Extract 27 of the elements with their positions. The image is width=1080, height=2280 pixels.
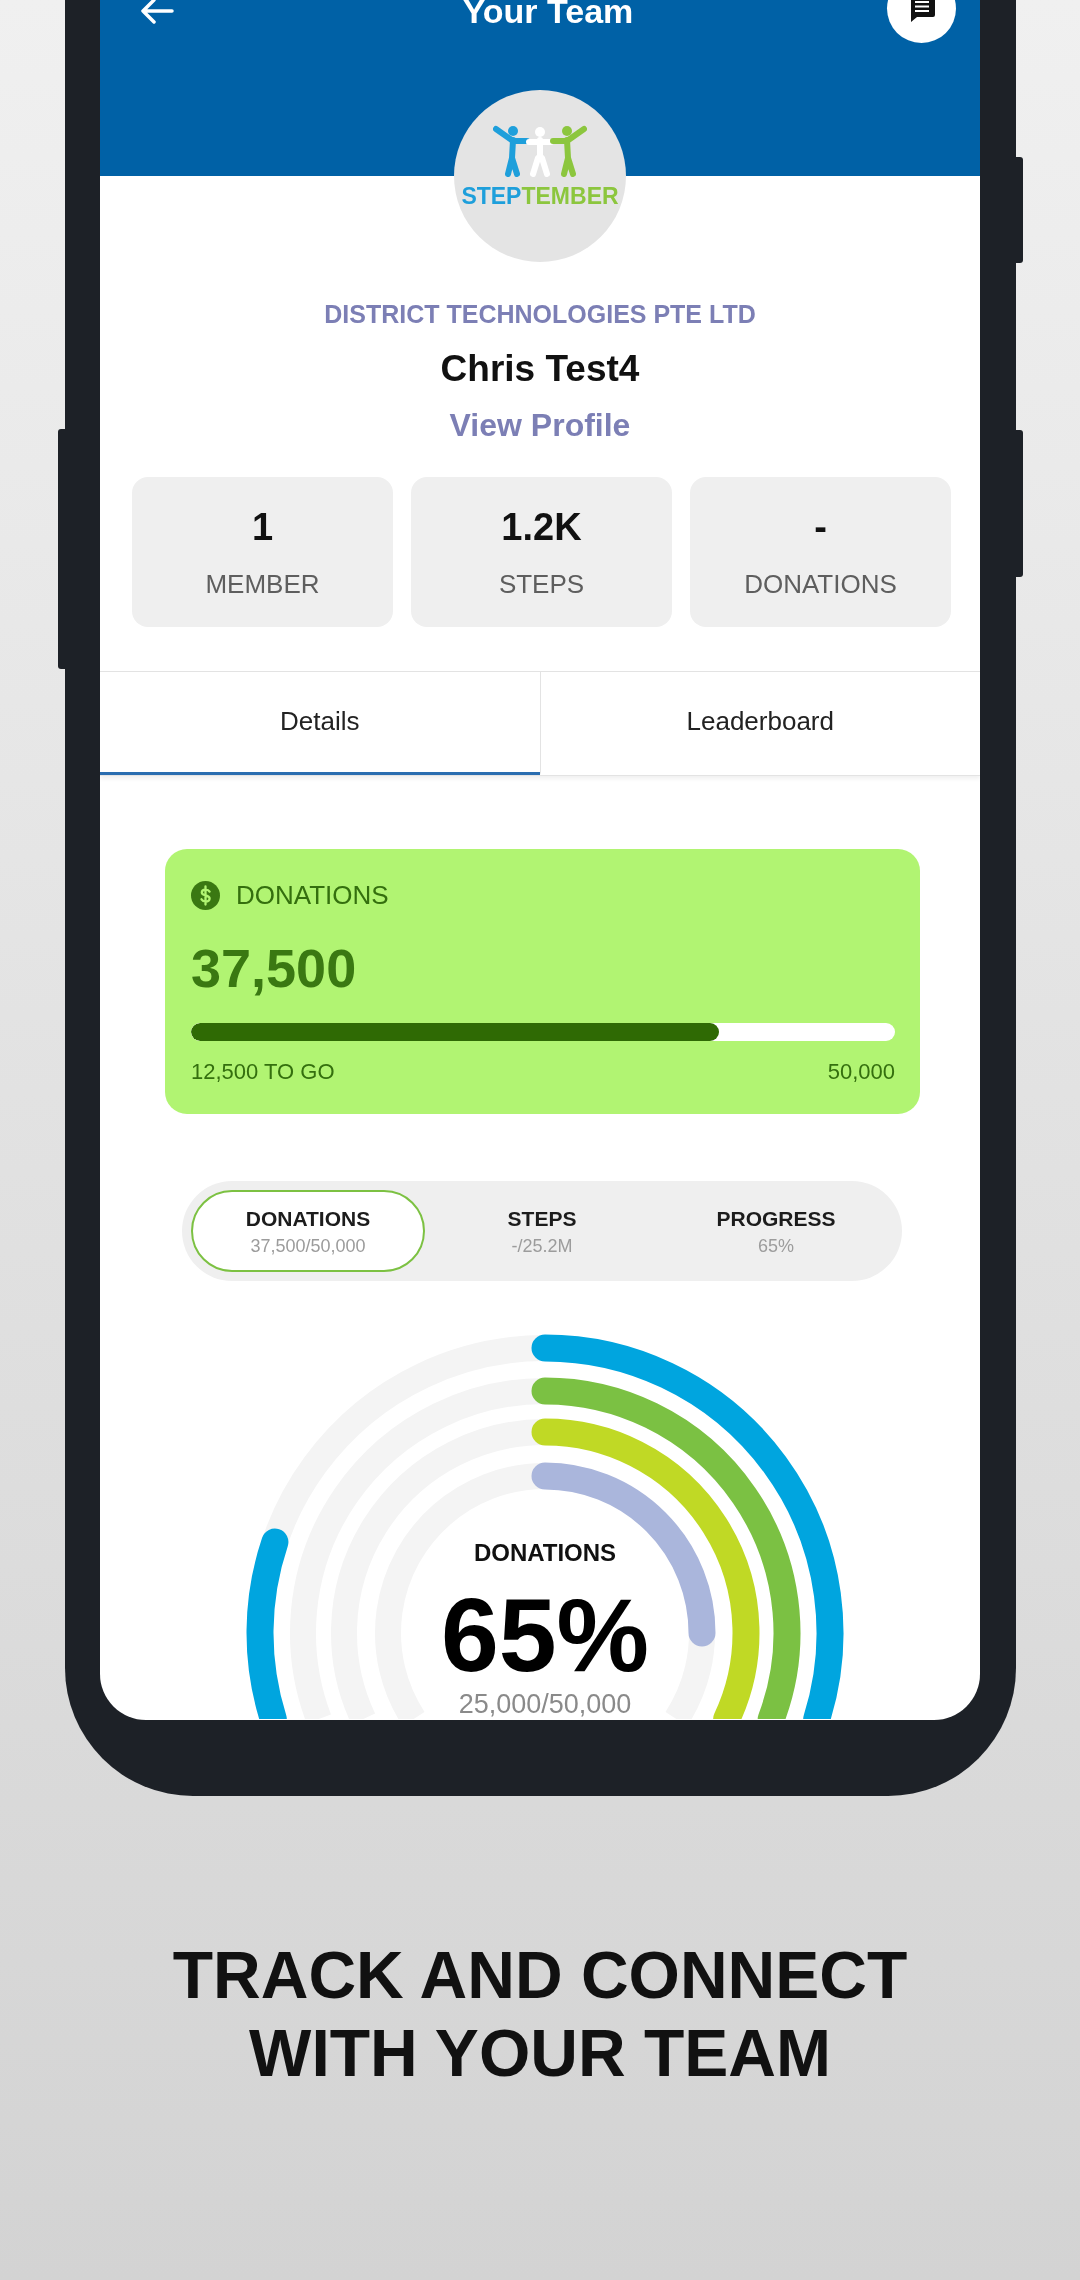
team-name: Chris Test4	[439, 347, 641, 391]
stat-value: 1	[251, 504, 274, 550]
target-label: 50,000	[827, 1058, 895, 1086]
segment-button[interactable]: STEPS -/25.2M	[425, 1190, 659, 1273]
segment-button[interactable]: DONATIONS 37,500/50,000	[191, 1190, 425, 1273]
tab[interactable]: Leaderboard	[539, 671, 980, 775]
tab[interactable]: Details	[100, 671, 540, 775]
stat-value: 1.2K	[501, 504, 582, 550]
card-title: DONATIONS	[236, 882, 389, 909]
people-logo-icon	[493, 125, 587, 177]
stat-label: DONATIONS	[744, 569, 897, 601]
view-profile-link[interactable]: View Profile	[449, 406, 631, 445]
donation-amount: 37,500	[191, 940, 358, 995]
dollar-icon	[191, 880, 220, 910]
ring-percent: 65%	[440, 1582, 650, 1687]
back-arrow-icon[interactable]	[140, 0, 174, 25]
stat-label: MEMBER	[205, 569, 320, 601]
headline: TRACK AND CONNECT WITH YOUR TEAM	[171, 1937, 909, 2092]
logo-text: TEMBER	[521, 185, 619, 208]
stat-label: STEPS	[498, 569, 585, 601]
logo-text: STEP	[461, 185, 522, 208]
ring-title: DONATIONS	[473, 1539, 617, 1568]
organisation-name: DISTRICT TECHNOLOGIES PTE LTD	[323, 299, 757, 329]
remaining-label: 12,500 TO GO	[191, 1058, 335, 1086]
ring-reading: 25,000/50,000	[458, 1690, 632, 1718]
segment-button[interactable]: PROGRESS 65%	[659, 1190, 893, 1273]
stat-value: -	[814, 504, 827, 550]
